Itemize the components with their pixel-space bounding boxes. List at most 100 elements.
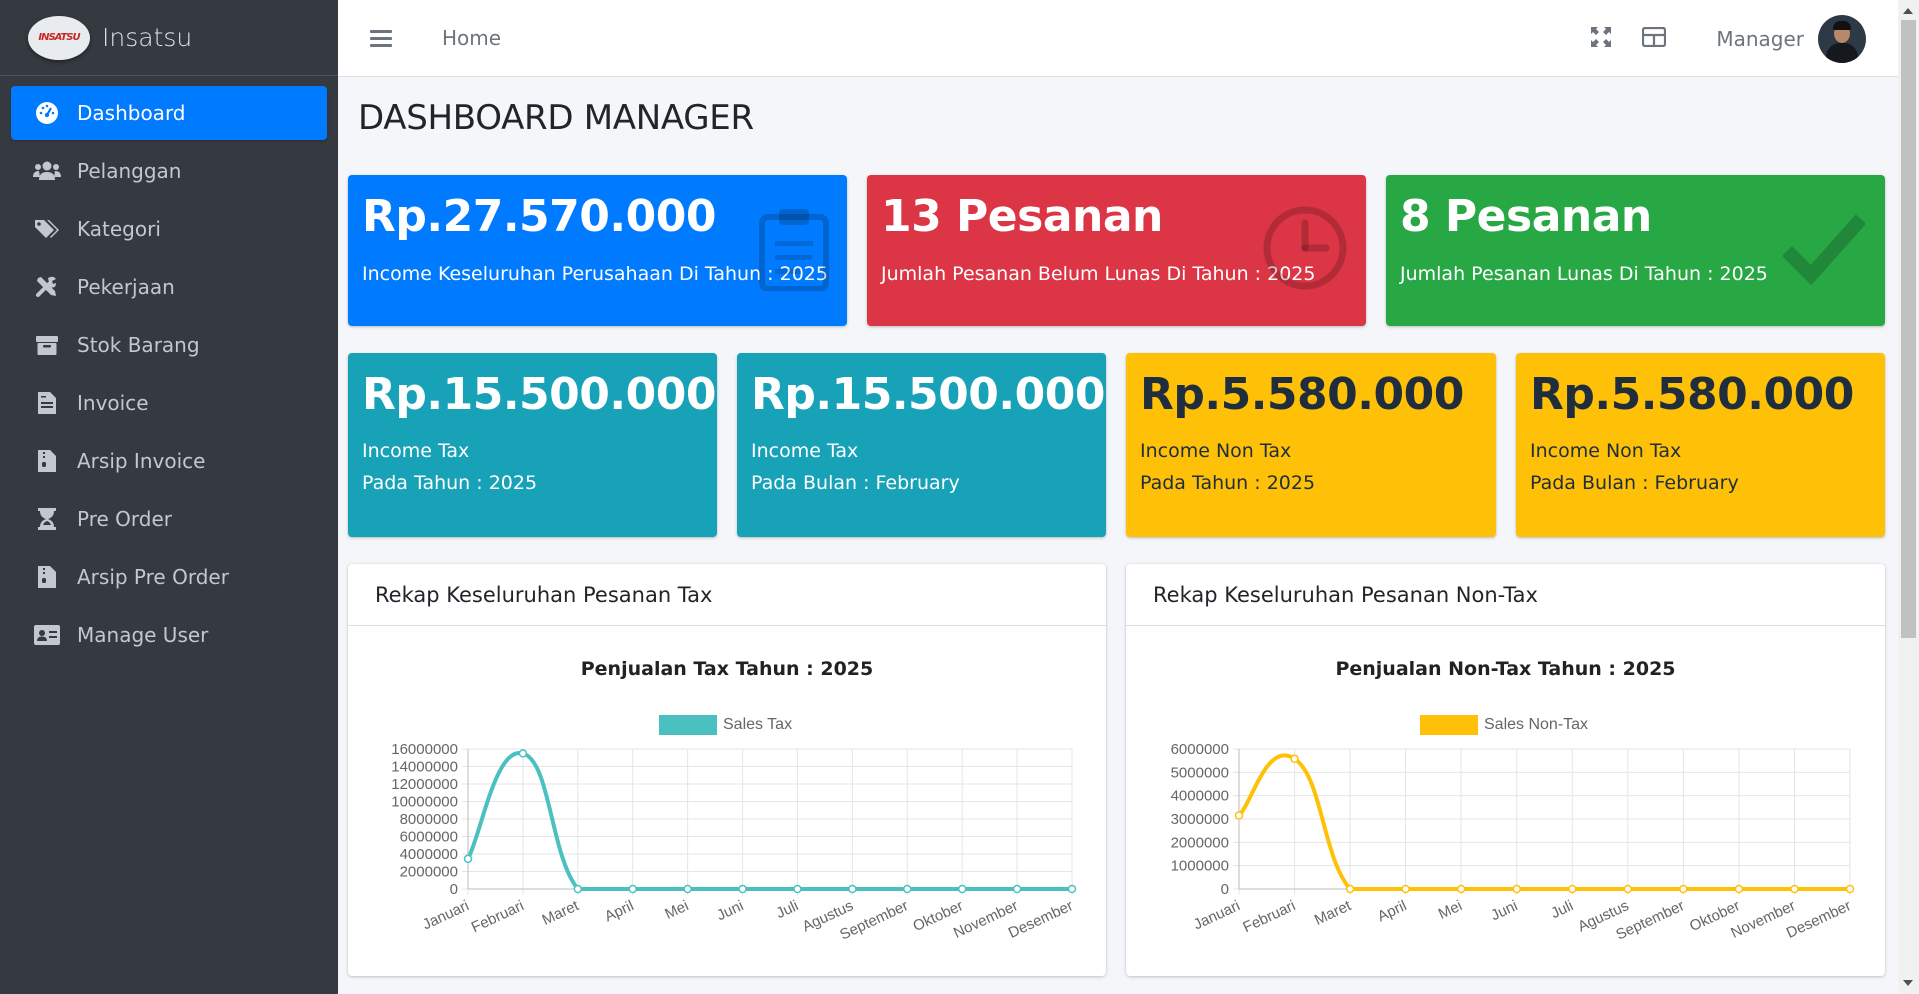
data-point bbox=[463, 854, 473, 864]
sidebar-item-label: Stok Barang bbox=[77, 333, 200, 357]
x-tick-label: Juni bbox=[1488, 897, 1520, 924]
stat-sublabel: Pada Bulan : February bbox=[751, 472, 960, 494]
y-tick-label: 4000000 bbox=[400, 846, 458, 863]
y-tick-label: 5000000 bbox=[1171, 764, 1229, 781]
sidebar-item-arsip-pre-order[interactable]: Arsip Pre Order bbox=[11, 550, 327, 604]
x-tick-label: Maret bbox=[540, 897, 583, 929]
sidebar-item-kategori[interactable]: Kategori bbox=[11, 202, 327, 256]
stat-label: Income Non Tax bbox=[1140, 440, 1292, 462]
data-point bbox=[793, 884, 802, 894]
y-tick-label: 10000000 bbox=[391, 794, 458, 811]
data-point bbox=[1845, 884, 1855, 894]
tags-icon bbox=[33, 218, 61, 240]
nontax-line-chart: 0 1000000 2000000 3000000 4000000 5000000 6000… bbox=[1171, 741, 1855, 944]
data-point bbox=[1345, 884, 1355, 894]
y-tick-label: 1000000 bbox=[1171, 858, 1229, 875]
stat-value: Rp.15.500.000 bbox=[362, 369, 716, 420]
sidebar-item-pelanggan[interactable]: Pelanggan bbox=[11, 144, 327, 198]
file-invoice-icon bbox=[33, 392, 61, 414]
sidebar-item-manage-user[interactable]: Manage User bbox=[11, 608, 327, 662]
menu-toggle-icon[interactable] bbox=[370, 26, 392, 51]
x-tick-label: Juli bbox=[1548, 897, 1576, 922]
x-tick-label: April bbox=[1375, 897, 1409, 925]
series-line bbox=[466, 751, 1072, 892]
y-tick-label: 4000000 bbox=[1171, 788, 1229, 805]
sidebar-item-label: Arsip Invoice bbox=[77, 449, 206, 473]
stat-box-income-tax-month: Rp.15.500.000 Income Tax Pada Bulan : Fe… bbox=[737, 353, 1106, 537]
sidebar-item-label: Invoice bbox=[77, 391, 149, 415]
clipboard-icon bbox=[759, 207, 829, 295]
file-archive-icon bbox=[33, 566, 61, 588]
stat-label: Income Tax bbox=[362, 440, 470, 462]
clock-icon bbox=[1262, 205, 1348, 295]
sidebar-item-pekerjaan[interactable]: Pekerjaan bbox=[11, 260, 327, 314]
tachometer-icon bbox=[33, 101, 61, 125]
sidebar-item-stok-barang[interactable]: Stok Barang bbox=[11, 318, 327, 372]
archive-icon bbox=[33, 334, 61, 356]
stat-label: Income Non Tax bbox=[1530, 440, 1682, 462]
page-title: DASHBOARD MANAGER bbox=[358, 98, 754, 138]
tools-icon bbox=[33, 275, 61, 299]
scroll-down-arrow[interactable] bbox=[1903, 980, 1913, 986]
y-tick-label: 6000000 bbox=[400, 829, 458, 846]
data-point bbox=[518, 749, 528, 758]
sidebar-item-label: Dashboard bbox=[77, 101, 186, 125]
x-tick-label: Februari bbox=[1240, 897, 1298, 936]
fullscreen-icon[interactable] bbox=[1590, 26, 1612, 52]
data-point bbox=[957, 884, 967, 894]
data-point bbox=[1401, 884, 1410, 894]
x-tick-label: Desember bbox=[1784, 897, 1854, 942]
stat-value: 13 Pesanan bbox=[881, 191, 1163, 242]
data-point bbox=[1012, 884, 1022, 894]
sidebar-item-pre-order[interactable]: Pre Order bbox=[11, 492, 327, 546]
data-point bbox=[628, 884, 637, 894]
data-point bbox=[1067, 884, 1077, 894]
sidebar-item-invoice[interactable]: Invoice bbox=[11, 376, 327, 430]
data-point bbox=[573, 884, 583, 894]
card-nontax-chart: Rekap Keseluruhan Pesanan Non-Tax Penjua… bbox=[1126, 564, 1885, 976]
stat-value: Rp.27.570.000 bbox=[362, 191, 716, 242]
stat-sublabel: Pada Tahun : 2025 bbox=[1140, 472, 1316, 494]
data-point bbox=[683, 884, 692, 894]
brand-link[interactable]: INSATSU Insatsu bbox=[0, 0, 338, 76]
x-tick-label: Januari bbox=[1191, 897, 1243, 933]
sidebar-item-label: Kategori bbox=[77, 217, 161, 241]
control-sidebar-icon[interactable] bbox=[1642, 26, 1667, 51]
hourglass-icon bbox=[33, 508, 61, 530]
navbar-right: Manager bbox=[1590, 0, 1898, 77]
y-tick-label: 8000000 bbox=[400, 811, 458, 828]
scroll-up-arrow[interactable] bbox=[1903, 8, 1913, 14]
y-tick-label: 2000000 bbox=[1171, 834, 1229, 851]
tax-line-chart: 0200000040000006000000800000010000000120… bbox=[391, 741, 1077, 944]
sidebar-nav: Dashboard Pelanggan Kategori Pekerjaan S… bbox=[0, 76, 338, 676]
stat-value: 8 Pesanan bbox=[1400, 191, 1652, 242]
stat-box-income-nontax-year: Rp.5.580.000 Income Non Tax Pada Tahun :… bbox=[1126, 353, 1496, 537]
data-point bbox=[1290, 754, 1299, 764]
stat-sublabel: Pada Tahun : 2025 bbox=[362, 472, 538, 494]
home-link[interactable]: Home bbox=[442, 26, 501, 50]
sidebar-item-label: Pelanggan bbox=[77, 159, 182, 183]
y-tick-label: 6000000 bbox=[1171, 741, 1229, 758]
data-point bbox=[1456, 884, 1466, 894]
series-line bbox=[1237, 753, 1850, 892]
avatar[interactable] bbox=[1818, 14, 1866, 63]
page-scrollbar[interactable] bbox=[1898, 0, 1919, 994]
data-point bbox=[1734, 884, 1744, 894]
sidebar-item-dashboard[interactable]: Dashboard bbox=[11, 86, 327, 140]
x-tick-label: Maret bbox=[1312, 897, 1355, 929]
stat-sublabel: Pada Bulan : February bbox=[1530, 472, 1739, 494]
data-point bbox=[1679, 884, 1688, 894]
check-icon bbox=[1782, 211, 1867, 289]
y-tick-label: 0 bbox=[450, 881, 458, 898]
y-tick-label: 14000000 bbox=[391, 759, 458, 776]
y-tick-label: 16000000 bbox=[391, 741, 458, 758]
y-tick-label: 2000000 bbox=[400, 864, 458, 881]
stat-box-unpaid-orders: 13 Pesanan Jumlah Pesanan Belum Lunas Di… bbox=[867, 175, 1366, 326]
x-tick-label: Mei bbox=[1436, 897, 1465, 923]
sidebar-item-arsip-invoice[interactable]: Arsip Invoice bbox=[11, 434, 327, 488]
stat-value: Rp.5.580.000 bbox=[1140, 369, 1464, 420]
scroll-thumb[interactable] bbox=[1901, 20, 1916, 638]
user-name[interactable]: Manager bbox=[1716, 27, 1804, 51]
x-tick-label: Juni bbox=[714, 897, 746, 924]
x-tick-label: Juli bbox=[774, 897, 802, 922]
